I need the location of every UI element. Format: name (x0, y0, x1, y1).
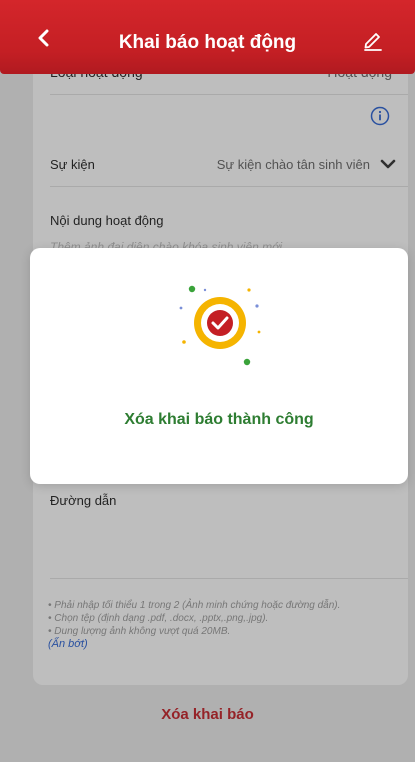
success-message: Xóa khai báo thành công (124, 411, 314, 428)
edit-icon[interactable] (361, 28, 385, 52)
success-dialog: Xóa khai báo thành công (30, 248, 408, 484)
page-title: Khai báo hoạt động (118, 32, 297, 53)
app-header: Khai báo hoạt động (0, 0, 415, 74)
success-check-icon (179, 285, 261, 366)
